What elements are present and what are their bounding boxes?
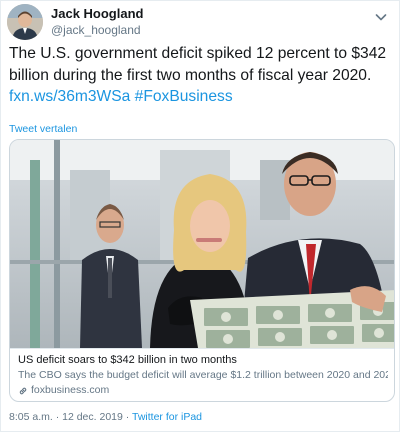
tweet: Jack Hoogland @jack_hoogland The U.S. go… xyxy=(0,0,400,432)
card-title[interactable]: US deficit soars to $342 billion in two … xyxy=(18,353,388,368)
author-names: Jack Hoogland @jack_hoogland xyxy=(51,6,143,38)
tweet-time[interactable]: 8:05 a.m. xyxy=(9,411,53,423)
tweet-body: The U.S. government deficit spiked 12 pe… xyxy=(9,45,387,84)
tweet-text: The U.S. government deficit spiked 12 pe… xyxy=(9,43,395,108)
card-body[interactable]: US deficit soars to $342 billion in two … xyxy=(10,348,394,401)
avatar[interactable] xyxy=(7,4,43,40)
tweet-source[interactable]: Twitter for iPad xyxy=(132,411,202,423)
translate-tweet-link[interactable]: Tweet vertalen xyxy=(9,123,77,135)
tweet-date[interactable]: 12 dec. 2019 xyxy=(62,411,123,423)
chevron-down-icon[interactable] xyxy=(373,9,389,25)
tweet-footer: 8:05 a.m. · 12 dec. 2019 · Twitter for i… xyxy=(9,411,202,423)
footer-separator: · xyxy=(55,411,60,423)
author-handle[interactable]: @jack_hoogland xyxy=(51,22,143,38)
author-name[interactable]: Jack Hoogland xyxy=(51,6,143,22)
card-image[interactable] xyxy=(10,140,394,348)
card-domain-text: foxbusiness.com xyxy=(31,384,110,396)
card-description: The CBO says the budget deficit will ave… xyxy=(18,369,388,381)
link-card[interactable]: US deficit soars to $342 billion in two … xyxy=(9,139,395,402)
card-domain: foxbusiness.com xyxy=(18,383,388,398)
tweet-header: Jack Hoogland @jack_hoogland xyxy=(7,4,143,40)
footer-separator-2: · xyxy=(125,411,130,423)
tweet-link[interactable]: fxn.ws/36m3WSa xyxy=(9,88,130,105)
tweet-hashtag[interactable]: #FoxBusiness xyxy=(135,88,233,105)
link-icon xyxy=(19,387,27,394)
